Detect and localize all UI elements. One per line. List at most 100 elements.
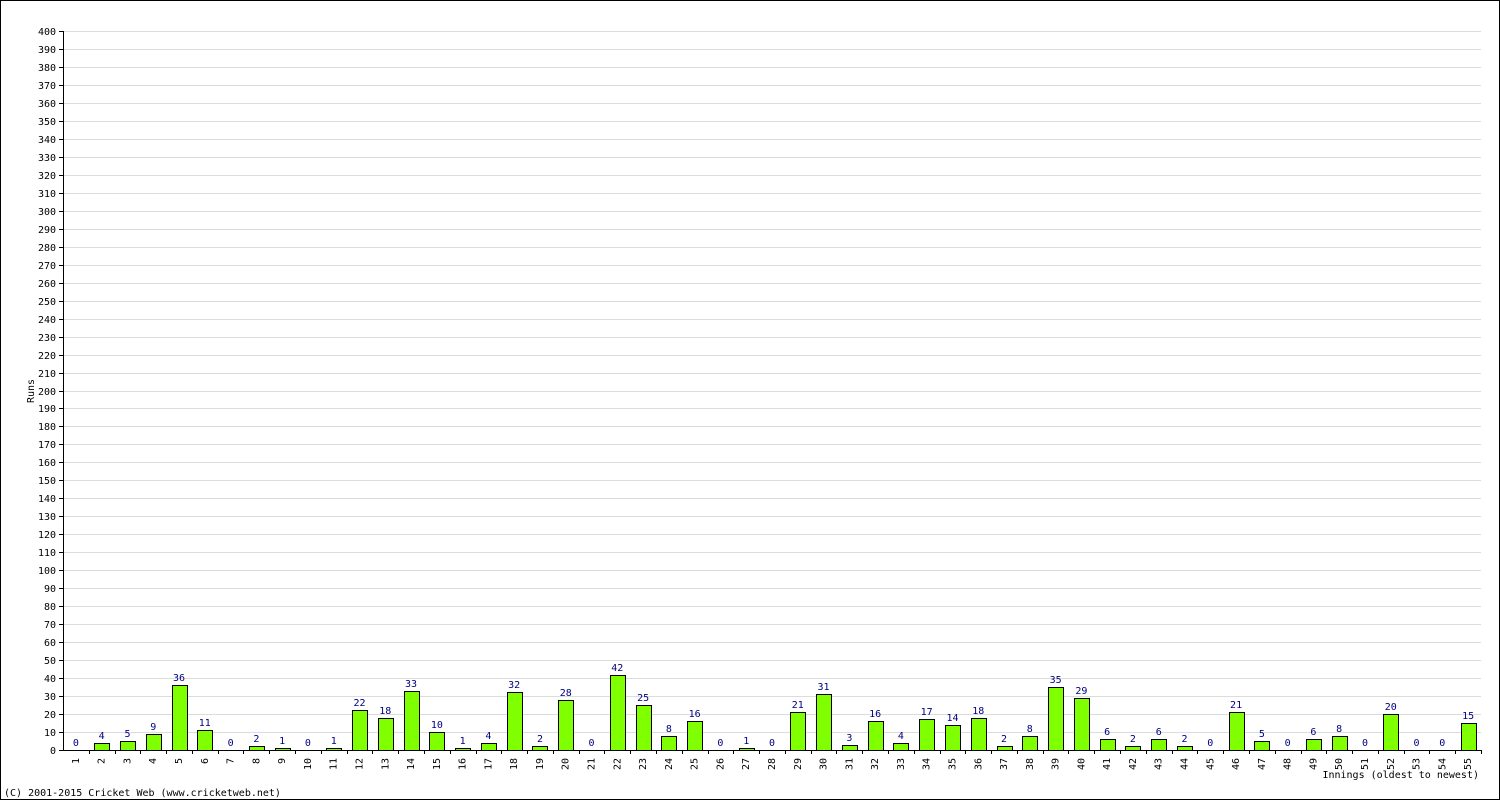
x-tick-label: 8 xyxy=(251,758,262,764)
x-tick-label: 1 xyxy=(71,758,82,764)
y-tick-label: 400 xyxy=(38,27,56,38)
x-tick-label: 3 xyxy=(122,758,133,764)
bar xyxy=(790,712,806,751)
data-label: 0 xyxy=(589,738,595,749)
x-tick-label: 43 xyxy=(1154,758,1165,770)
bar xyxy=(352,710,368,751)
bar xyxy=(661,736,677,751)
y-tick-label: 340 xyxy=(38,135,56,146)
data-label: 18 xyxy=(379,706,391,717)
y-tick-label: 150 xyxy=(38,476,56,487)
data-label: 18 xyxy=(972,706,984,717)
data-label: 8 xyxy=(1336,724,1342,735)
x-tick-label: 24 xyxy=(664,758,675,770)
y-tick-label: 390 xyxy=(38,45,56,56)
y-tick-label: 380 xyxy=(38,63,56,74)
data-label: 22 xyxy=(353,698,365,709)
data-label: 0 xyxy=(1362,738,1368,749)
x-tick-label: 54 xyxy=(1437,758,1448,770)
data-label: 0 xyxy=(1414,738,1420,749)
x-tick-label: 14 xyxy=(406,758,417,770)
y-tick-label: 270 xyxy=(38,261,56,272)
y-tick-label: 230 xyxy=(38,333,56,344)
data-label: 31 xyxy=(818,682,830,693)
data-label: 5 xyxy=(1259,729,1265,740)
bar xyxy=(172,685,188,751)
data-label: 8 xyxy=(1027,724,1033,735)
x-tick-label: 18 xyxy=(509,758,520,770)
y-tick-label: 120 xyxy=(38,530,56,541)
y-tick-labels: 0 10 20 30 40 50 60 70 80 90 100 110 120 130 140 150 160… xyxy=(38,27,63,757)
x-tick-label: 9 xyxy=(277,758,288,764)
y-tick-label: 260 xyxy=(38,279,56,290)
bar xyxy=(842,745,858,751)
y-tick-label: 140 xyxy=(38,494,56,505)
data-label: 4 xyxy=(485,731,491,742)
data-labels: 04 5936110 2 1 0 1221833101 432228042258160 1 02… xyxy=(73,663,1474,749)
y-tick-label: 220 xyxy=(38,351,56,362)
bar xyxy=(1151,739,1167,751)
x-tick-label: 26 xyxy=(715,758,726,770)
x-tick-label: 44 xyxy=(1180,758,1191,770)
x-tick-label: 11 xyxy=(329,758,340,770)
x-tick-label: 15 xyxy=(432,758,443,770)
bar xyxy=(1125,746,1141,751)
x-tick-label: 52 xyxy=(1386,758,1397,770)
x-tick-label: 31 xyxy=(844,758,855,770)
x-tick-label: 37 xyxy=(999,758,1010,770)
bar xyxy=(404,691,420,751)
data-label: 0 xyxy=(1285,738,1291,749)
x-tick-label: 22 xyxy=(612,758,623,770)
data-label: 6 xyxy=(1104,727,1110,738)
y-tick-label: 190 xyxy=(38,404,56,415)
x-tick-label: 20 xyxy=(561,758,572,770)
y-tick-label: 330 xyxy=(38,153,56,164)
y-tick-label: 180 xyxy=(38,422,56,433)
x-tick-label: 6 xyxy=(200,758,211,764)
bar xyxy=(146,734,162,751)
bar xyxy=(945,725,961,751)
bar xyxy=(1048,687,1064,751)
bar xyxy=(971,718,987,751)
data-label: 11 xyxy=(199,718,211,729)
bar xyxy=(94,743,110,751)
x-tick-label: 48 xyxy=(1283,758,1294,770)
data-label: 1 xyxy=(743,736,749,747)
bar xyxy=(1306,739,1322,751)
data-label: 2 xyxy=(537,734,543,745)
bar xyxy=(610,675,626,751)
y-tick-label: 10 xyxy=(44,728,56,739)
x-tick-label: 35 xyxy=(947,758,958,770)
x-tick-label: 32 xyxy=(870,758,881,770)
x-tick-label: 10 xyxy=(303,758,314,770)
data-label: 0 xyxy=(305,738,311,749)
chart-frame: 0 10 20 30 40 50 60 70 80 90 100 110 120 130 140 150 160… xyxy=(0,0,1500,800)
bar xyxy=(1254,741,1270,751)
runs-bar-chart: 0102030405060708090100110120130140150160… xyxy=(4,27,1482,799)
x-tick-label: 25 xyxy=(690,758,701,770)
bar xyxy=(893,743,909,751)
x-tick-label: 19 xyxy=(535,758,546,770)
y-tick-label: 200 xyxy=(38,387,56,398)
x-tick-label: 16 xyxy=(458,758,469,770)
x-tick-label: 38 xyxy=(1025,758,1036,770)
y-tick-label: 60 xyxy=(44,638,56,649)
copyright-text: (C) 2001-2015 Cricket Web (www.cricketwe… xyxy=(4,788,281,799)
x-tick-label: 42 xyxy=(1128,758,1139,770)
data-label: 33 xyxy=(405,679,417,690)
data-label: 2 xyxy=(253,734,259,745)
bar xyxy=(868,721,884,751)
data-label: 36 xyxy=(173,673,185,684)
y-tick-label: 170 xyxy=(38,440,56,451)
y-axis-title: Runs xyxy=(26,379,37,403)
bar xyxy=(1022,736,1038,751)
bar xyxy=(429,732,445,751)
y-tick-label: 290 xyxy=(38,225,56,236)
x-tick-label: 46 xyxy=(1231,758,1242,770)
y-tick-label: 90 xyxy=(44,584,56,595)
data-label: 8 xyxy=(666,724,672,735)
y-tick-label: 300 xyxy=(38,207,56,218)
data-label: 0 xyxy=(228,738,234,749)
data-label: 35 xyxy=(1050,675,1062,686)
bar xyxy=(1461,723,1477,751)
